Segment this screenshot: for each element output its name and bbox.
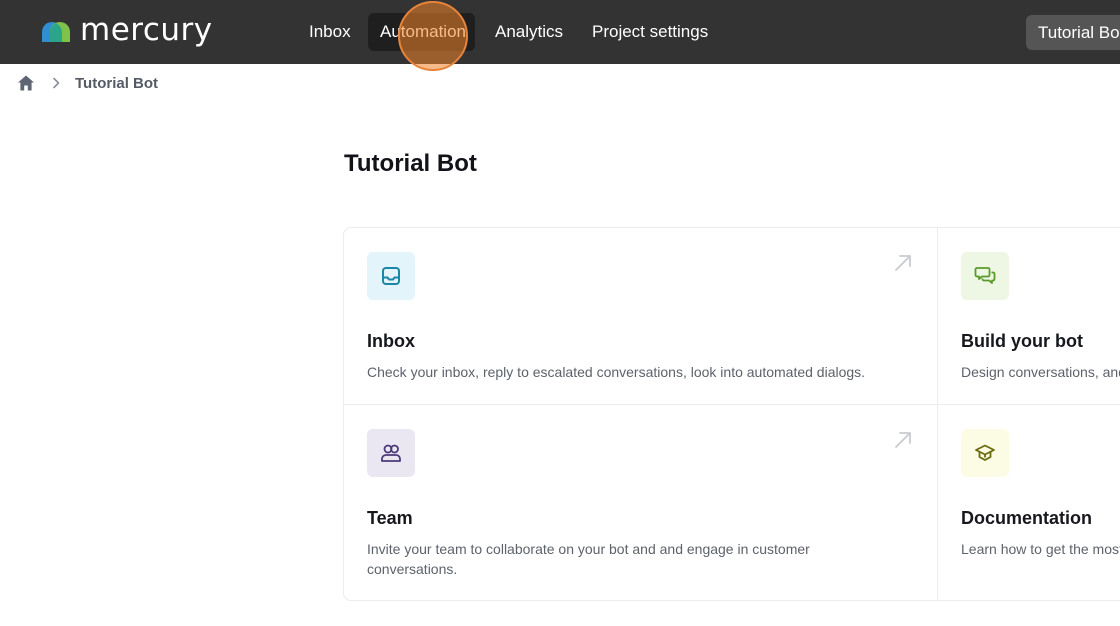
bot-selector-button[interactable]: Tutorial Bot (1026, 15, 1120, 50)
nav-inbox[interactable]: Inbox (297, 13, 363, 51)
nav-analytics[interactable]: Analytics (483, 13, 575, 51)
nav-automation[interactable]: Automation (368, 13, 475, 51)
arrow-up-right-icon (895, 255, 911, 271)
breadcrumb: Tutorial Bot (17, 73, 158, 93)
card-description: Check your inbox, reply to escalated con… (367, 364, 866, 380)
inbox-icon (367, 252, 415, 300)
chevron-right-icon (53, 77, 60, 89)
dashboard-cards: Inbox Check your inbox, reply to escalat… (343, 227, 1120, 601)
breadcrumb-current[interactable]: Tutorial Bot (75, 75, 158, 92)
card-description: Learn how to get the most (961, 541, 1120, 557)
arrow-up-right-icon (895, 432, 911, 448)
card-title: Build your bot (961, 331, 1083, 351)
card-title: Team (367, 508, 413, 528)
nav-project-settings[interactable]: Project settings (580, 13, 720, 51)
card-title: Documentation (961, 508, 1093, 528)
card-description: Design conversations, and (961, 364, 1120, 380)
chat-bubbles-icon (961, 252, 1009, 300)
home-icon[interactable] (17, 74, 35, 92)
top-navigation-bar: mercury Inbox Automation Analytics Proje… (0, 0, 1120, 64)
card-documentation[interactable]: Documentation Learn how to get the most (938, 405, 1120, 600)
users-icon (367, 429, 415, 477)
graduation-cap-icon (961, 429, 1009, 477)
card-build-your-bot[interactable]: Build your bot Design conversations, and (938, 228, 1120, 405)
logo-wordmark: mercury (80, 12, 213, 48)
page-title: Tutorial Bot (344, 150, 477, 177)
mercury-logo[interactable]: mercury (40, 12, 213, 50)
card-title: Inbox (367, 331, 415, 351)
card-description: Invite your team to collaborate on your … (367, 541, 810, 577)
card-inbox[interactable]: Inbox Check your inbox, reply to escalat… (344, 228, 938, 405)
card-team[interactable]: Team Invite your team to collaborate on … (344, 405, 938, 600)
mercury-logo-mark-icon (42, 22, 70, 42)
